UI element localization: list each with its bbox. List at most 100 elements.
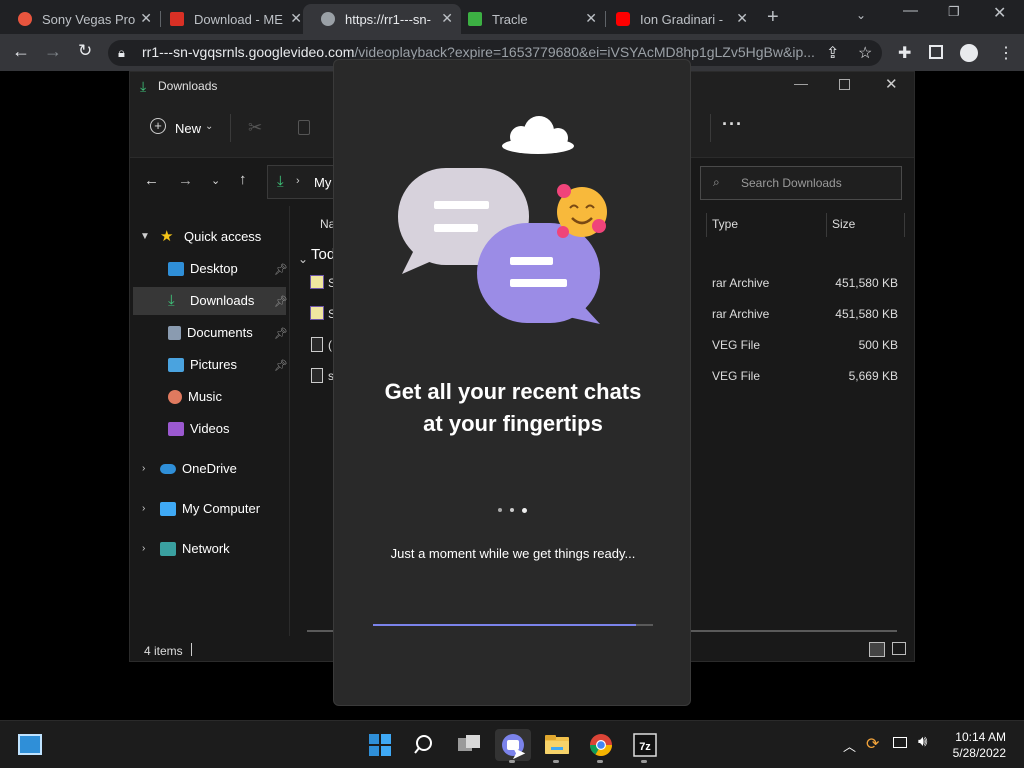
close-tab-icon[interactable]: ✕ (736, 10, 748, 27)
nav-music[interactable]: Music (168, 389, 222, 404)
chevron-right-icon[interactable]: › (142, 463, 145, 474)
explorer-title: Downloads (158, 79, 218, 93)
clock-date[interactable]: 5/28/2022 (953, 746, 1006, 760)
tab-search-icon[interactable]: ⌄ (856, 8, 866, 22)
chevron-up-icon[interactable]: ︿ (843, 736, 856, 755)
recent-locations-chevron-icon[interactable]: ⌄ (211, 174, 220, 187)
new-tab-button[interactable]: + (767, 6, 779, 29)
running-indicator (553, 760, 559, 763)
task-view-button[interactable] (451, 729, 487, 761)
column-header-type[interactable]: Type (712, 217, 738, 231)
bookmark-star-icon[interactable]: ☆ (858, 43, 872, 63)
search-box[interactable]: ⌕ Search Downloads (700, 166, 902, 200)
file-type: rar Archive (712, 307, 770, 321)
documents-icon (168, 325, 181, 340)
explorer-minimize-button[interactable]: — (794, 75, 808, 91)
explorer-close-button[interactable]: ✕ (885, 75, 898, 93)
forward-arrow-icon[interactable]: → (44, 41, 62, 62)
nav-documents[interactable]: Documents (168, 325, 253, 340)
tab-ion-gradinari[interactable]: Ion Gradinari - ✕ (598, 4, 756, 34)
close-tab-icon[interactable]: ✕ (290, 10, 302, 27)
breadcrumb-bar[interactable]: ⤓ › My (267, 165, 337, 199)
up-arrow-icon[interactable]: ↑ (239, 171, 247, 188)
new-button[interactable]: New (175, 121, 201, 136)
chevron-down-icon[interactable]: ⌄ (205, 121, 213, 132)
file-name[interactable]: ( (328, 338, 332, 352)
file-type: VEG File (712, 369, 761, 383)
group-header-today[interactable]: Tod (311, 246, 335, 263)
details-view-icon[interactable] (869, 642, 885, 657)
nav-pictures[interactable]: Pictures (168, 357, 237, 372)
share-icon[interactable]: ⇪ (826, 43, 839, 63)
browser-tab-strip: Sony Vegas Pro ✕ Download - ME ✕ https:/… (0, 0, 1024, 34)
chevron-right-icon[interactable]: › (142, 543, 145, 554)
search-input[interactable]: Search Downloads (741, 176, 842, 190)
search-icon: ⌕ (713, 175, 720, 189)
veg-file-icon (311, 337, 323, 352)
more-options-icon[interactable]: ··· (722, 114, 743, 135)
close-window-button[interactable]: ✕ (993, 3, 1006, 23)
chrome-icon (590, 734, 612, 756)
reload-icon[interactable]: ↻ (78, 41, 92, 61)
pin-icon[interactable]: 📌︎ (274, 327, 288, 340)
url-text[interactable]: rr1---sn-vgqsrnls.googlevideo.com/videop… (142, 44, 822, 60)
breadcrumb-segment[interactable]: My (314, 175, 331, 190)
back-arrow-icon[interactable]: ← (144, 172, 159, 189)
nav-onedrive[interactable]: OneDrive (160, 461, 237, 476)
restore-button[interactable]: ❐ (948, 4, 960, 20)
display-icon[interactable] (893, 737, 907, 748)
start-button[interactable] (362, 729, 398, 761)
file-size: 5,669 KB (848, 369, 898, 383)
tab-download-me[interactable]: Download - ME ✕ (152, 4, 310, 34)
nav-quick-access[interactable]: ★ Quick access (160, 229, 261, 245)
clock-time[interactable]: 10:14 AM (955, 730, 1006, 744)
nav-desktop[interactable]: Desktop (168, 261, 238, 276)
nav-downloads[interactable]: ⤓ Downloads (168, 293, 254, 309)
forward-arrow-icon[interactable]: → (178, 172, 193, 189)
mouse-cursor-icon: ➤ (511, 743, 527, 763)
sync-icon[interactable]: ⟳ (866, 734, 879, 754)
chevron-down-icon[interactable]: ▼ (140, 231, 150, 242)
lock-icon[interactable]: 🔒︎ (118, 45, 125, 61)
7zip-taskbar-button[interactable]: 7z (627, 729, 663, 763)
nav-network[interactable]: Network (160, 541, 230, 556)
copy-icon[interactable] (298, 120, 310, 135)
search-icon (414, 735, 432, 754)
close-tab-icon[interactable]: ✕ (585, 10, 597, 27)
chevron-right-icon[interactable]: › (142, 503, 145, 514)
file-explorer-taskbar-button[interactable] (539, 729, 575, 763)
file-type: VEG File (712, 338, 761, 352)
chevron-down-icon[interactable]: ⌄ (298, 252, 308, 266)
chrome-taskbar-button[interactable] (583, 729, 619, 763)
chrome-menu-icon[interactable]: ⋮ (998, 43, 1014, 63)
show-desktop-widget-icon[interactable] (18, 734, 42, 755)
back-arrow-icon[interactable]: ← (12, 41, 30, 62)
minimize-button[interactable]: — (903, 2, 918, 19)
volume-icon[interactable]: 🔊︎ (918, 733, 927, 750)
nav-videos[interactable]: Videos (168, 421, 230, 436)
large-icons-view-icon[interactable] (892, 642, 906, 655)
chat-bubble-right-icon (477, 223, 600, 324)
taskbar: ➤ 7z ︿ ⟳ 🔊︎ 10:14 AM 5/28/2022 (0, 720, 1024, 768)
column-header-size[interactable]: Size (832, 217, 855, 231)
search-button[interactable] (407, 729, 443, 761)
pin-icon[interactable]: 📌︎ (274, 263, 288, 276)
tab-sony-vegas[interactable]: Sony Vegas Pro ✕ (0, 4, 160, 34)
explorer-maximize-button[interactable] (839, 79, 850, 90)
dialog-headline: Get all your recent chats at your finger… (334, 376, 692, 440)
nav-my-computer[interactable]: My Computer (160, 501, 260, 516)
tab-googlevideo[interactable]: https://rr1---sn- ✕ (303, 4, 461, 34)
smiling-face-with-hearts-icon (557, 184, 607, 238)
close-tab-icon[interactable]: ✕ (140, 10, 152, 27)
extensions-puzzle-icon[interactable]: ✚ (898, 43, 911, 63)
profile-avatar-icon[interactable] (960, 44, 978, 62)
pin-icon[interactable]: 📌︎ (274, 359, 288, 372)
tab-tracle[interactable]: Tracle ✕ (450, 4, 605, 34)
side-panel-icon[interactable] (929, 45, 943, 59)
dialog-status-text: Just a moment while we get things ready.… (390, 546, 636, 561)
cut-icon[interactable]: ✂︎ (248, 118, 262, 138)
headline-line-2: at your fingertips (423, 411, 603, 436)
nav-label: Documents (187, 325, 253, 340)
running-indicator (641, 760, 647, 763)
pin-icon[interactable]: 📌︎ (274, 295, 288, 308)
